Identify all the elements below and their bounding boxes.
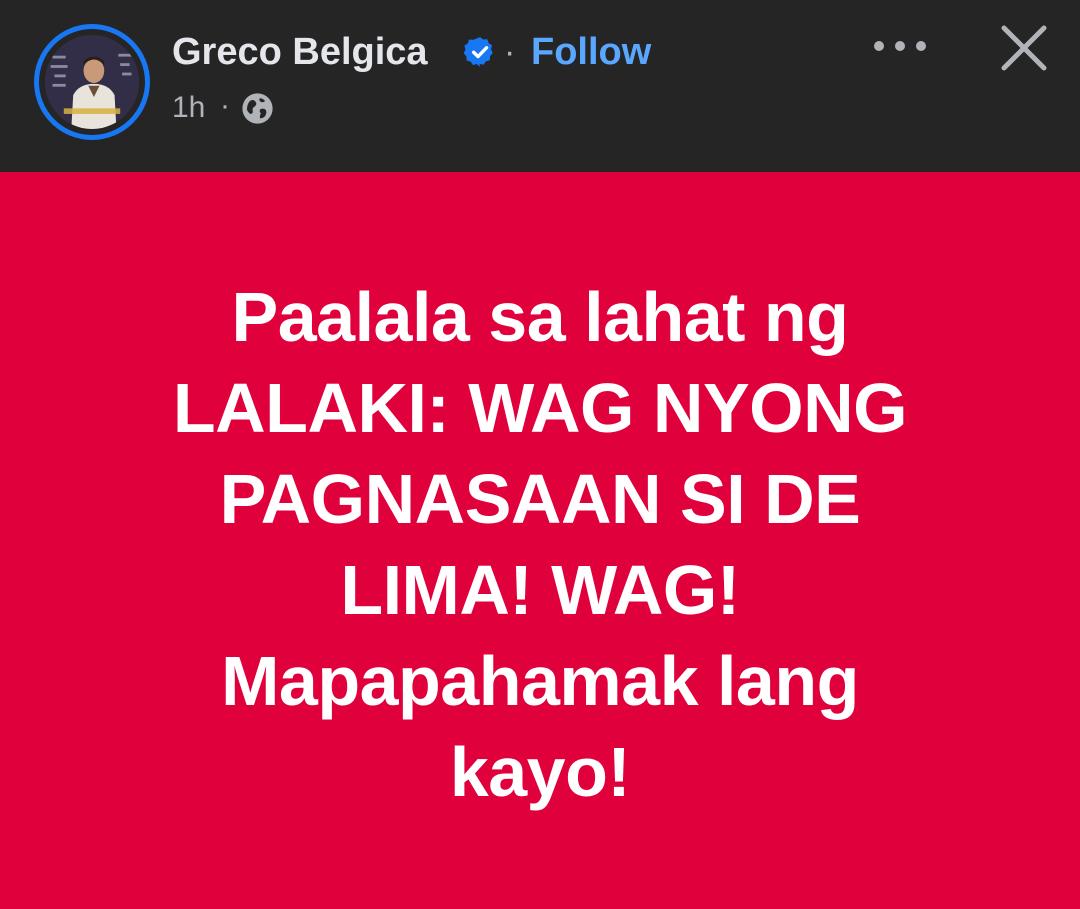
author-name[interactable]: Greco Belgica [172, 30, 428, 74]
verified-badge-icon [463, 37, 493, 67]
follow-button[interactable]: Follow [531, 30, 651, 74]
post-text: Paalala sa lahat ng LALAKI: WAG NYONG PA… [100, 272, 980, 818]
post-timestamp[interactable]: 1h [172, 88, 205, 128]
avatar-picture [45, 35, 139, 129]
post-text-line: LALAKI: WAG NYONG [172, 369, 908, 447]
post-content-background: Paalala sa lahat ng LALAKI: WAG NYONG PA… [0, 172, 1080, 909]
more-options-icon[interactable] [868, 24, 932, 68]
post-header: Greco Belgica · Follow 1h · [0, 0, 1080, 172]
post-text-line: Mapapahamak lang [221, 642, 859, 720]
time-separator: · [220, 89, 230, 122]
close-icon[interactable] [996, 20, 1052, 76]
name-separator: · [504, 33, 516, 71]
author-avatar[interactable] [34, 24, 150, 140]
post-text-line: LIMA! WAG! [340, 551, 740, 629]
post-text-line: kayo! [449, 733, 631, 811]
avatar-image [45, 35, 139, 129]
globe-icon[interactable] [241, 92, 274, 125]
post-text-line: PAGNASAAN SI DE [219, 460, 861, 538]
post-text-line: Paalala sa lahat ng [231, 278, 849, 356]
